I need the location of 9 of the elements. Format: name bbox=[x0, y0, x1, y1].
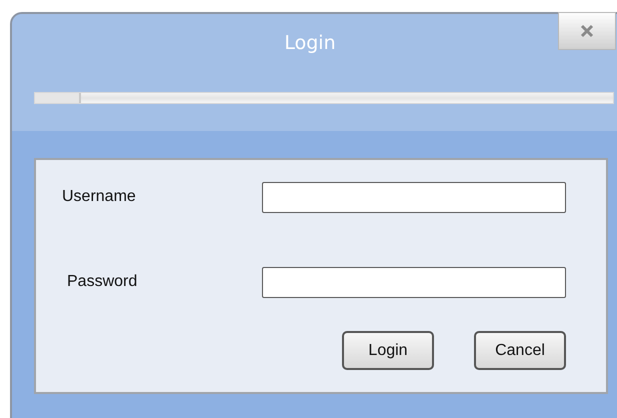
login-button[interactable]: Login bbox=[342, 331, 434, 370]
field-label: Username bbox=[62, 188, 136, 206]
close-button[interactable] bbox=[558, 12, 616, 50]
input-field[interactable] bbox=[262, 266, 566, 298]
input-field[interactable] bbox=[262, 182, 566, 212]
cancel-button[interactable]: Cancel bbox=[474, 331, 566, 370]
field-label: Password bbox=[67, 273, 138, 291]
close-icon bbox=[580, 24, 594, 38]
window-title: Login bbox=[284, 32, 336, 54]
